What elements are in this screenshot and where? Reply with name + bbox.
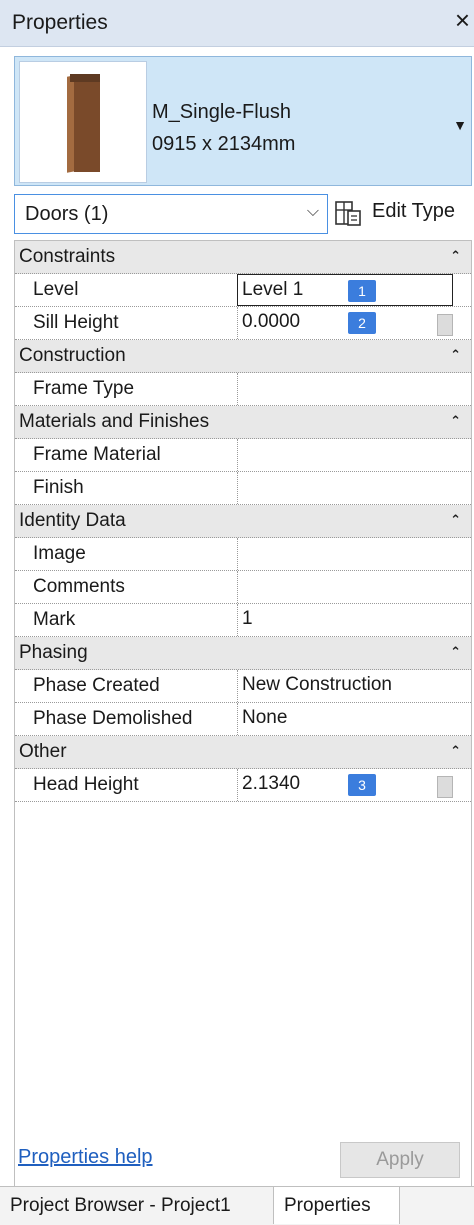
instance-filter-label: Doors (1) bbox=[25, 203, 109, 225]
edit-type-label: Edit Type bbox=[372, 200, 456, 222]
tab-project-browser[interactable]: Project Browser - Project1 bbox=[0, 1187, 274, 1224]
group-materials[interactable]: Materials and Finishes ⌃ bbox=[15, 406, 471, 439]
browse-button[interactable] bbox=[437, 776, 453, 798]
param-row-finish[interactable]: Finish bbox=[15, 472, 471, 505]
param-value: Level 1 bbox=[242, 279, 304, 300]
param-value: None bbox=[242, 707, 288, 728]
group-label: Construction bbox=[19, 345, 126, 366]
param-row-image[interactable]: Image bbox=[15, 538, 471, 571]
group-label: Other bbox=[19, 741, 67, 762]
collapse-icon[interactable]: ⌃ bbox=[450, 248, 461, 264]
group-label: Constraints bbox=[19, 246, 116, 267]
param-value-field[interactable]: None bbox=[237, 703, 453, 735]
edit-type-icon bbox=[335, 201, 361, 226]
param-value-field[interactable] bbox=[237, 571, 453, 603]
param-name: Image bbox=[33, 543, 86, 564]
param-value: 1 bbox=[242, 608, 253, 629]
param-value: 0.0000 bbox=[242, 311, 301, 332]
bottom-tab-bar: Project Browser - Project1 Properties bbox=[0, 1186, 474, 1225]
door-thumbnail bbox=[19, 61, 147, 183]
param-value-field[interactable] bbox=[237, 373, 453, 405]
param-name: Frame Type bbox=[33, 378, 135, 399]
palette-titlebar: Properties × bbox=[0, 0, 474, 47]
tab-properties[interactable]: Properties bbox=[274, 1187, 400, 1224]
param-row-comments[interactable]: Comments bbox=[15, 571, 471, 604]
param-name: Finish bbox=[33, 477, 84, 498]
palette-title: Properties bbox=[12, 11, 108, 34]
param-row-mark[interactable]: Mark 1 bbox=[15, 604, 471, 637]
param-name: Phase Demolished bbox=[33, 708, 193, 729]
group-constraints[interactable]: Constraints ⌃ bbox=[15, 241, 471, 274]
collapse-icon[interactable]: ⌃ bbox=[450, 743, 461, 759]
collapse-icon[interactable]: ⌃ bbox=[450, 644, 461, 660]
group-label: Identity Data bbox=[19, 510, 126, 531]
group-construction[interactable]: Construction ⌃ bbox=[15, 340, 471, 373]
param-name: Mark bbox=[33, 609, 76, 630]
param-value-field[interactable] bbox=[237, 472, 453, 504]
dropdown-arrow-icon[interactable]: ▼ bbox=[453, 117, 467, 133]
collapse-icon[interactable]: ⌃ bbox=[450, 413, 461, 429]
param-value-field[interactable]: New Construction bbox=[237, 670, 453, 702]
param-value-field[interactable] bbox=[237, 439, 453, 471]
type-selector[interactable]: M_Single-Flush 0915 x 2134mm ▼ bbox=[14, 56, 472, 186]
browse-button[interactable] bbox=[437, 314, 453, 336]
param-row-head-height[interactable]: Head Height 2.1340 3 bbox=[15, 769, 471, 802]
collapse-icon[interactable]: ⌃ bbox=[450, 512, 461, 528]
group-other[interactable]: Other ⌃ bbox=[15, 736, 471, 769]
collapse-icon[interactable]: ⌃ bbox=[450, 347, 461, 363]
param-value-field[interactable]: 2.1340 3 bbox=[237, 769, 453, 801]
properties-help-link[interactable]: Properties help bbox=[18, 1146, 153, 1169]
param-name: Comments bbox=[33, 576, 125, 597]
param-row-phase-created[interactable]: Phase Created New Construction bbox=[15, 670, 471, 703]
close-icon[interactable]: × bbox=[455, 7, 470, 33]
palette-footer: Properties help Apply bbox=[0, 1136, 474, 1178]
param-value: 2.1340 bbox=[242, 773, 301, 794]
instance-filter-dropdown[interactable]: Doors (1) ⌵ bbox=[14, 194, 328, 234]
type-size: 0915 x 2134mm bbox=[152, 133, 296, 155]
param-name: Frame Material bbox=[33, 444, 161, 465]
apply-button[interactable]: Apply bbox=[340, 1142, 460, 1178]
param-name: Sill Height bbox=[33, 312, 119, 333]
param-row-frame-material[interactable]: Frame Material bbox=[15, 439, 471, 472]
param-name: Level bbox=[33, 279, 79, 300]
param-value: New Construction bbox=[242, 674, 392, 695]
param-row-phase-demolished[interactable]: Phase Demolished None bbox=[15, 703, 471, 736]
properties-grid: Constraints ⌃ Level Level 1 1 Sill Heigh… bbox=[14, 240, 472, 1220]
callout-badge: 2 bbox=[348, 312, 376, 334]
param-row-frame-type[interactable]: Frame Type bbox=[15, 373, 471, 406]
param-row-sill-height[interactable]: Sill Height 0.0000 2 bbox=[15, 307, 471, 340]
param-row-level[interactable]: Level Level 1 1 bbox=[15, 274, 471, 307]
edit-type-button[interactable]: Edit Type bbox=[334, 194, 470, 234]
group-phasing[interactable]: Phasing ⌃ bbox=[15, 637, 471, 670]
group-identity[interactable]: Identity Data ⌃ bbox=[15, 505, 471, 538]
type-family-name: M_Single-Flush bbox=[152, 101, 291, 123]
param-value-field[interactable]: Level 1 1 bbox=[237, 274, 453, 306]
param-value-field[interactable]: 0.0000 2 bbox=[237, 307, 453, 339]
callout-badge: 1 bbox=[348, 280, 376, 302]
group-label: Materials and Finishes bbox=[19, 411, 210, 432]
group-label: Phasing bbox=[19, 642, 88, 663]
callout-badge: 3 bbox=[348, 774, 376, 796]
param-name: Phase Created bbox=[33, 675, 160, 696]
param-value-field[interactable]: 1 bbox=[237, 604, 453, 636]
chevron-down-icon: ⌵ bbox=[306, 203, 319, 220]
param-value-field[interactable] bbox=[237, 538, 453, 570]
param-name: Head Height bbox=[33, 774, 139, 795]
